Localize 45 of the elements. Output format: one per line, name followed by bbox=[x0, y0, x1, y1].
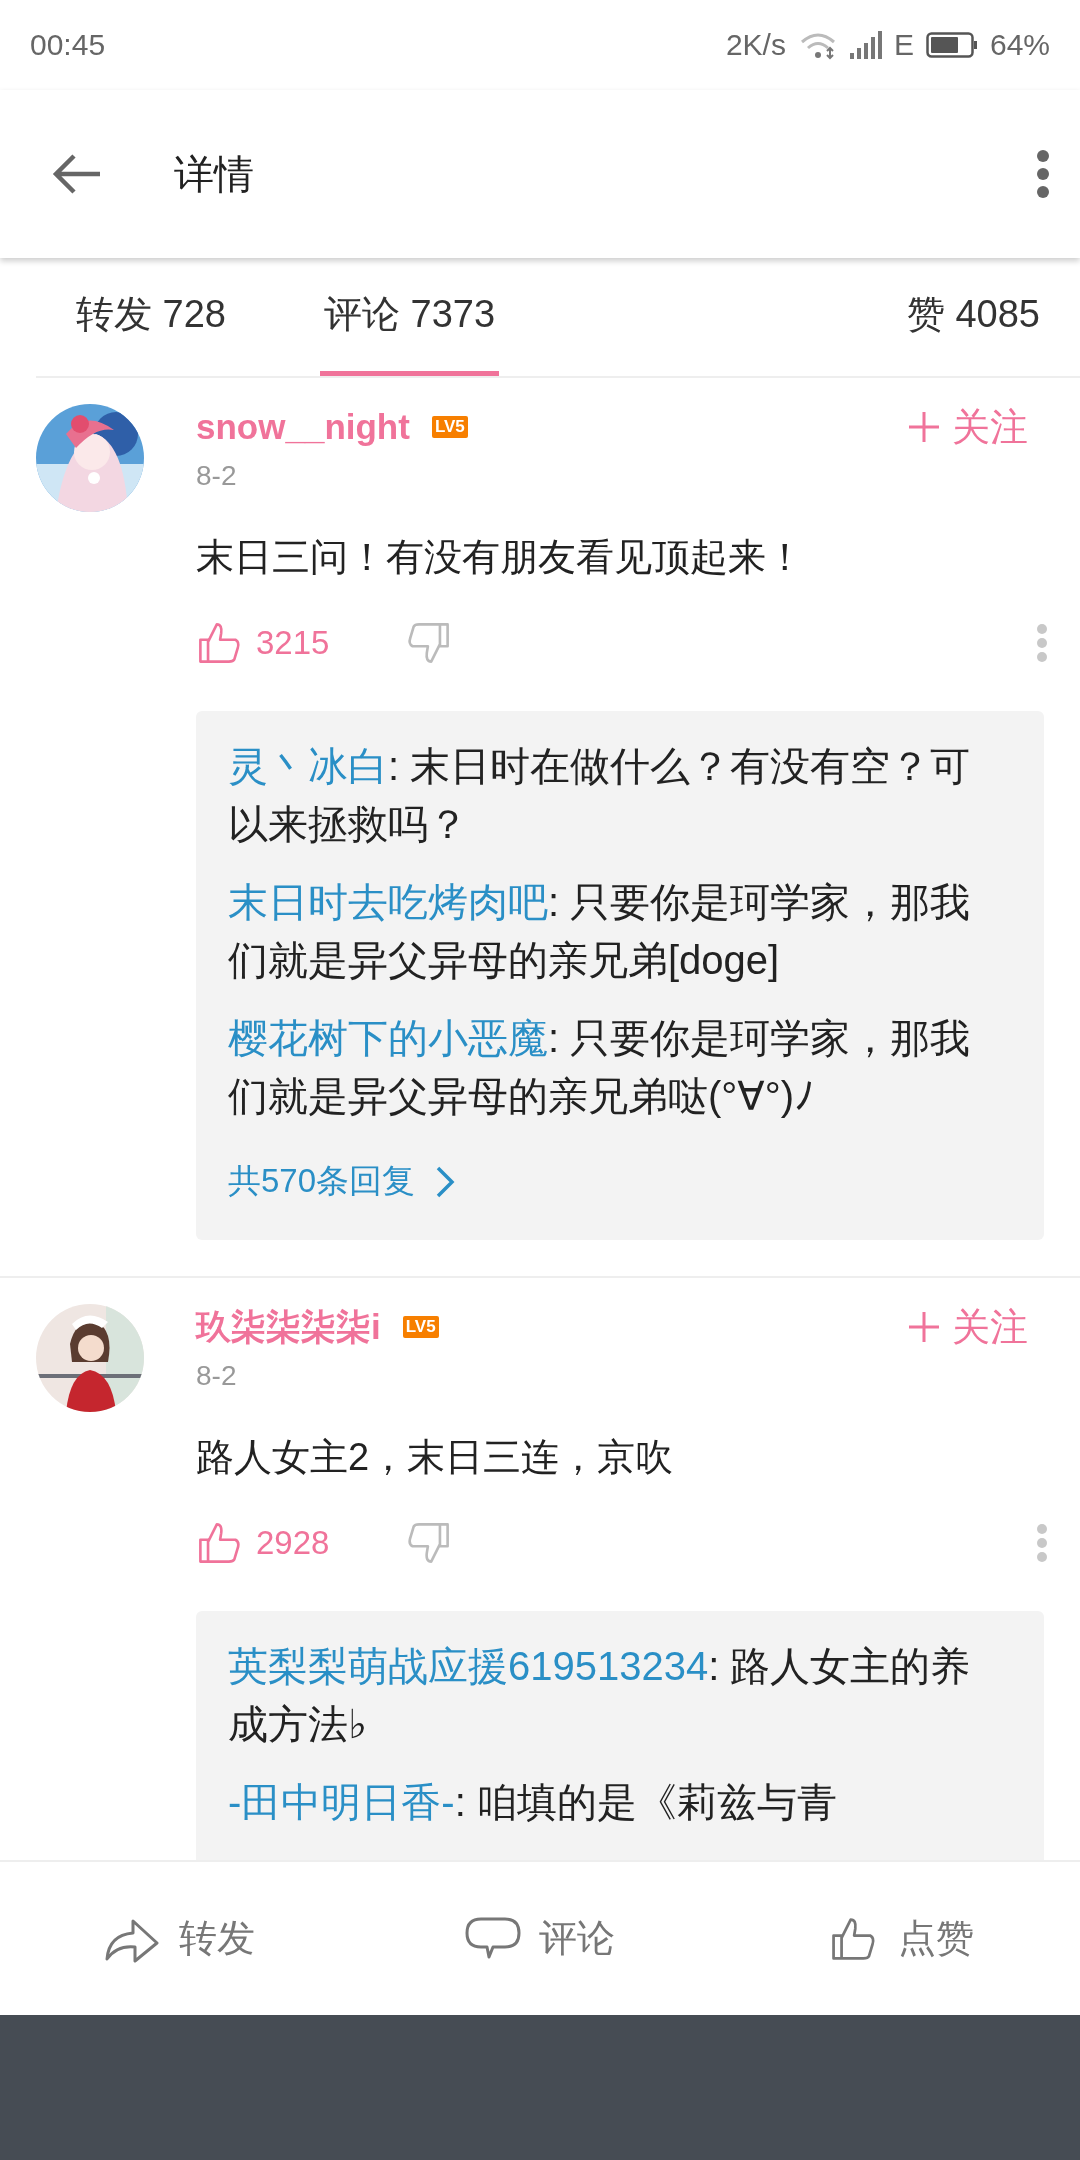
reply-username[interactable]: 英梨梨萌战应援619513234 bbox=[228, 1644, 709, 1688]
plus-icon bbox=[908, 1311, 940, 1343]
comment-text: 末日三问！有没有朋友看见顶起来！ bbox=[196, 535, 805, 580]
tab[interactable]: 评论 7373 bbox=[319, 258, 500, 376]
chevron-right-icon bbox=[435, 1164, 456, 1199]
username[interactable]: snow__night bbox=[196, 407, 410, 447]
view-replies-link[interactable]: 共570条回复 bbox=[228, 1159, 456, 1204]
reply-username[interactable]: -田中明日香- bbox=[228, 1780, 455, 1824]
level-badge: LV5 bbox=[431, 416, 468, 438]
battery-level: 64% bbox=[989, 28, 1050, 62]
like-button[interactable]: 点赞 bbox=[720, 1862, 1080, 2015]
like-count: 2928 bbox=[256, 1524, 331, 1562]
reply-username[interactable]: 灵丶冰白 bbox=[228, 744, 388, 788]
comment-text: 路人女主2，末日三连，京吹 bbox=[196, 1435, 675, 1480]
back-arrow-icon[interactable] bbox=[52, 152, 102, 196]
thumbs-down-icon[interactable] bbox=[406, 1520, 452, 1566]
comment-date: 8-2 bbox=[196, 460, 238, 492]
network-speed: 2K/s bbox=[725, 28, 786, 62]
reply-text: -田中明日香-: 咱填的是《莉兹与青 bbox=[228, 1779, 838, 1826]
network-type: E bbox=[893, 28, 914, 62]
thumbs-up-icon[interactable] bbox=[196, 1520, 242, 1566]
plus-icon bbox=[908, 411, 940, 443]
username[interactable]: 玖柒柒柒柒i bbox=[196, 1303, 381, 1351]
battery-icon bbox=[925, 31, 978, 59]
page-title: 详情 bbox=[174, 150, 255, 198]
like-count: 3215 bbox=[256, 624, 331, 662]
more-options-icon[interactable] bbox=[1036, 149, 1050, 199]
reply-text: 末日时去吃烤肉吧: 只要你是珂学家，那我们就是异父异母的亲兄弟[doge] bbox=[228, 879, 972, 984]
clock-time: 00:45 bbox=[30, 28, 106, 62]
follow-button[interactable]: 关注 bbox=[908, 1301, 1028, 1353]
reply-username[interactable]: 末日时去吃烤肉吧 bbox=[228, 880, 548, 924]
comment-date: 8-2 bbox=[196, 1360, 238, 1392]
thumbs-down-icon[interactable] bbox=[406, 620, 452, 666]
reply-text: 灵丶冰白: 末日时在做什么？有没有空？可以来拯救吗？ bbox=[228, 743, 972, 848]
comment-button[interactable]: 评论 bbox=[360, 1862, 720, 2015]
reply-text: 英梨梨萌战应援619513234: 路人女主的养成方法♭ bbox=[228, 1643, 972, 1748]
tab[interactable]: 转发 728 bbox=[72, 258, 230, 376]
tab[interactable]: 赞 4085 bbox=[902, 258, 1044, 376]
reply-text: 樱花树下的小恶魔: 只要你是珂学家，那我们就是异父异母的亲兄弟哒(°∀°)ﾉ bbox=[228, 1015, 972, 1120]
share-button[interactable]: 转发 bbox=[0, 1862, 360, 2015]
reply-username[interactable]: 樱花树下的小恶魔 bbox=[228, 1016, 548, 1060]
follow-button[interactable]: 关注 bbox=[908, 401, 1028, 453]
signal-icon bbox=[849, 31, 882, 59]
level-badge: LV5 bbox=[402, 1316, 439, 1338]
thumbs-up-icon[interactable] bbox=[196, 620, 242, 666]
